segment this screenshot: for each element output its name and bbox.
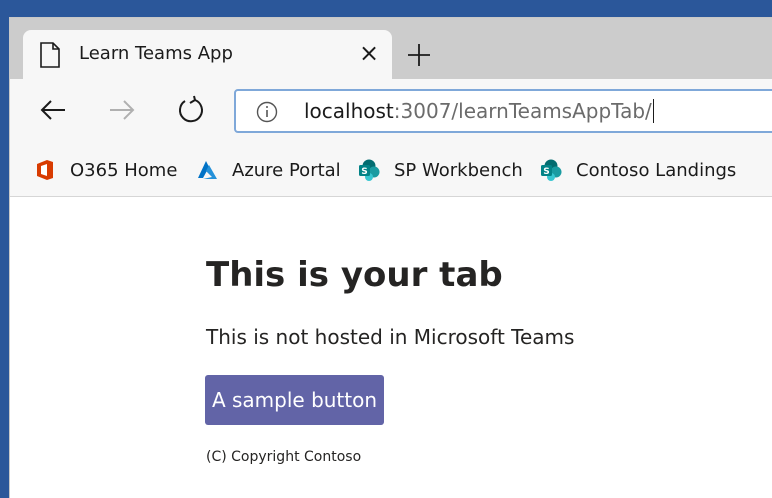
sharepoint-icon: S <box>541 159 562 181</box>
hosting-message: This is not hosted in Microsoft Teams <box>206 325 575 349</box>
tab-learn-teams-app[interactable]: Learn Teams App × <box>23 30 392 79</box>
office-icon <box>37 160 53 180</box>
favorite-label: Azure Portal <box>232 159 341 181</box>
svg-text:S: S <box>543 167 549 177</box>
url-text[interactable]: localhost:3007/learnTeamsAppTab/ <box>304 99 654 123</box>
close-icon[interactable]: × <box>357 41 381 65</box>
url-path: :3007/learnTeamsAppTab/ <box>393 99 652 123</box>
tab-title: Learn Teams App <box>79 43 233 64</box>
favorite-label: Contoso Landings <box>576 159 737 181</box>
svg-text:S: S <box>361 167 367 177</box>
text-caret <box>652 99 654 123</box>
page-icon <box>40 42 60 68</box>
plus-icon[interactable] <box>406 42 432 68</box>
address-bar[interactable]: localhost:3007/learnTeamsAppTab/ <box>234 89 772 133</box>
tab-strip: Learn Teams App × <box>10 18 772 79</box>
back-arrow-icon[interactable] <box>38 95 68 125</box>
browser-window: Learn Teams App × localhost:3007/learnTe… <box>10 18 772 498</box>
copyright-text: (C) Copyright Contoso <box>206 449 362 465</box>
favorite-sp-workbench[interactable]: S SP Workbench <box>358 158 523 182</box>
reload-icon[interactable] <box>176 95 206 125</box>
sample-button[interactable]: A sample button <box>205 375 384 425</box>
favorite-label: SP Workbench <box>394 159 523 181</box>
favorite-azure-portal[interactable]: Azure Portal <box>196 158 341 182</box>
navigation-toolbar: localhost:3007/learnTeamsAppTab/ <box>10 79 772 144</box>
url-host: localhost <box>304 99 394 123</box>
page-content: This is your tab This is not hosted in M… <box>10 197 772 498</box>
favorite-label: O365 Home <box>70 159 178 181</box>
sharepoint-icon: S <box>359 159 380 181</box>
favorite-o365-home[interactable]: O365 Home <box>34 158 177 182</box>
forward-arrow-icon[interactable] <box>107 95 137 125</box>
favorite-contoso-landings[interactable]: S Contoso Landings <box>540 158 736 182</box>
info-icon[interactable] <box>256 101 278 123</box>
page-title: This is your tab <box>206 255 503 295</box>
azure-icon <box>198 161 217 179</box>
favorites-bar: O365 Home Azure Portal S SP Workbench S … <box>10 144 772 197</box>
